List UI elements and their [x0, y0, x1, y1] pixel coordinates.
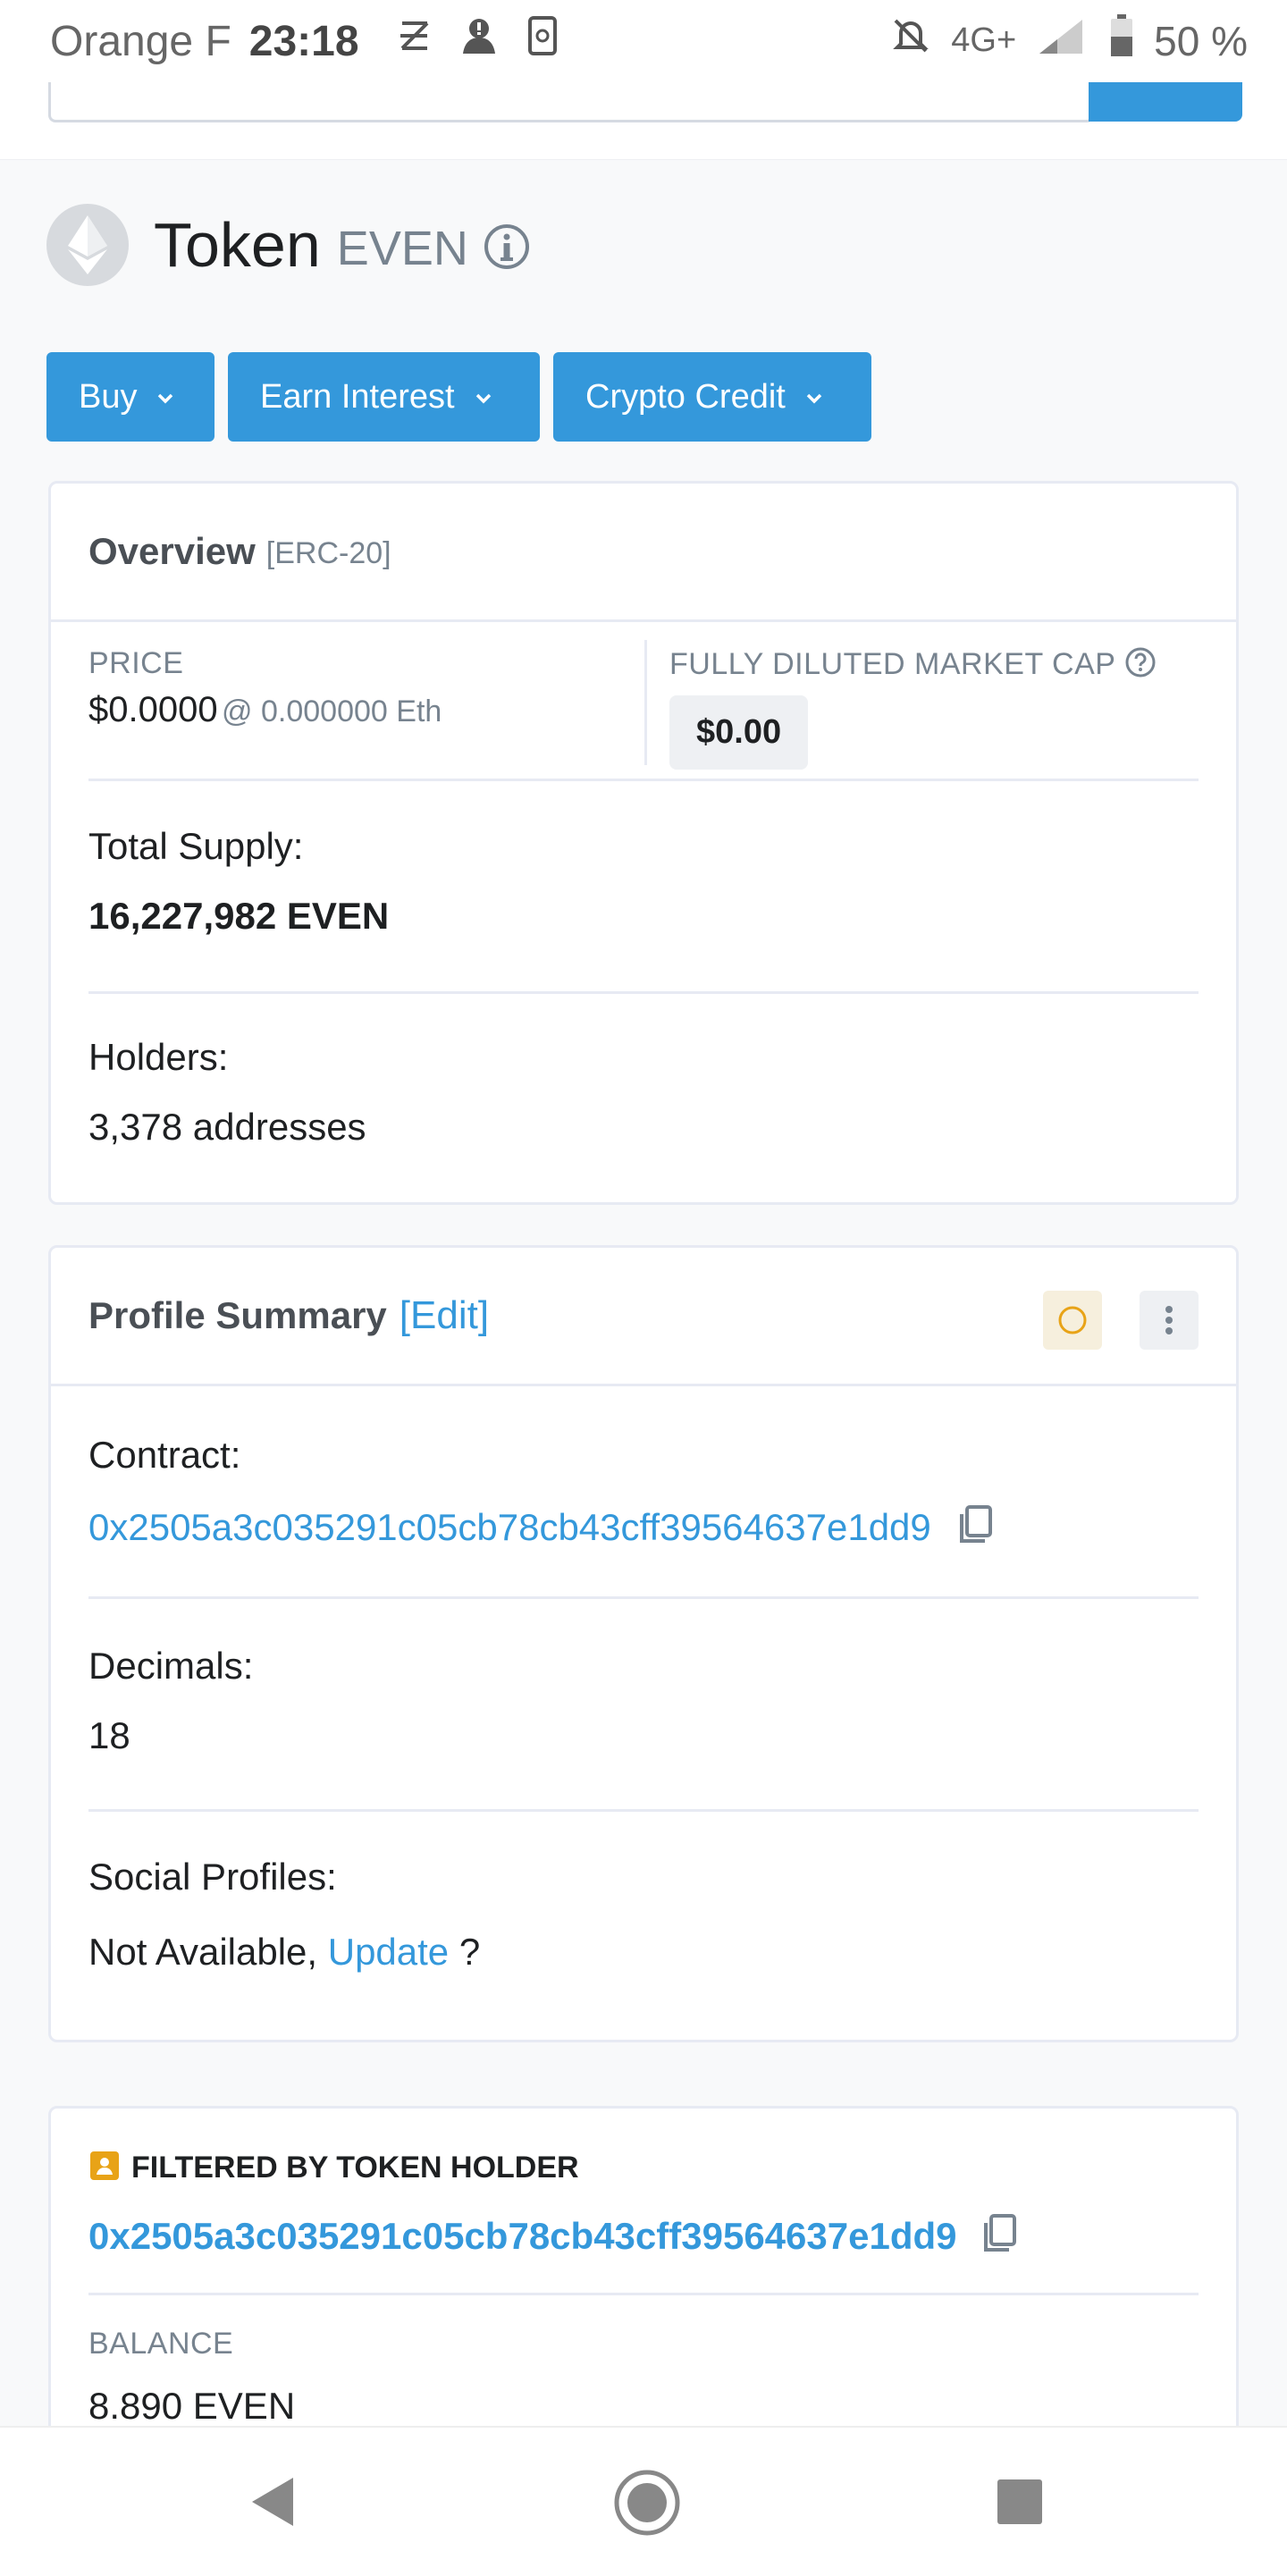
price-value: $0.0000	[88, 690, 218, 729]
update-link[interactable]: Update	[328, 1931, 449, 1973]
holders-label: Holders:	[88, 1036, 229, 1078]
chevron-down-icon	[156, 383, 174, 411]
clock: 23:18	[248, 17, 359, 65]
contract-block: Contract: 0x2505a3c035291c05cb78cb43cff3…	[88, 1434, 996, 1551]
holder-address-link[interactable]: 0x2505a3c035291c05cb78cb43cff39564637e1d…	[88, 2215, 957, 2258]
search-input[interactable]	[48, 82, 1094, 122]
status-indicator-button[interactable]	[1043, 1291, 1102, 1350]
balance-block: BALANCE 8.890 EVEN	[88, 2327, 295, 2428]
column-divider	[644, 640, 647, 765]
divider	[88, 779, 1199, 781]
holders-value: 3,378 addresses	[88, 1106, 366, 1148]
token-header: Token EVEN	[46, 202, 531, 288]
supply-block: Total Supply: 16,227,982 EVEN	[88, 825, 389, 938]
total-supply-label: Total Supply:	[88, 825, 304, 867]
edit-link[interactable]: [Edit]	[400, 1293, 489, 1338]
buy-button[interactable]: Buy	[46, 352, 214, 442]
copy-icon[interactable]	[956, 1503, 996, 1551]
overview-header: Overview [ERC-20]	[51, 484, 1236, 622]
mute-icon	[890, 15, 931, 66]
market-cap-label: FULLY DILUTED MARKET CAP	[669, 647, 1116, 681]
search-button[interactable]	[1089, 82, 1242, 122]
network-type-label: 4G+	[951, 21, 1017, 59]
profile-summary-card: Profile Summary [Edit] Contract: 0x2505a…	[48, 1245, 1239, 2042]
divider	[88, 991, 1199, 994]
social-not-available: Not Available,	[88, 1931, 318, 1973]
price-label: PRICE	[88, 646, 184, 680]
overview-card: Overview [ERC-20] PRICE $0.0000 @ 0.0000…	[48, 481, 1239, 1205]
profile-summary-title: Profile Summary	[88, 1294, 387, 1336]
token-standard: [ERC-20]	[265, 535, 391, 570]
token-symbol: EVEN	[336, 222, 468, 275]
holder-filter-card: FILTERED BY TOKEN HOLDER 0x2505a3c035291…	[48, 2106, 1239, 2481]
decimals-value: 18	[88, 1714, 130, 1756]
market-cap-value: $0.00	[669, 695, 809, 770]
overview-title: Overview	[88, 530, 256, 572]
holders-block: Holders: 3,378 addresses	[88, 1036, 366, 1149]
price-block: PRICE $0.0000 @ 0.000000 Eth	[88, 646, 442, 730]
contract-label: Contract:	[88, 1434, 241, 1476]
more-options-button[interactable]	[1140, 1291, 1199, 1350]
divider	[88, 2293, 1199, 2295]
balance-label: BALANCE	[88, 2327, 234, 2361]
search-bar	[0, 82, 1287, 160]
earn-interest-label: Earn Interest	[260, 377, 455, 416]
social-profiles-label: Social Profiles:	[88, 1856, 337, 1898]
earn-interest-button[interactable]: Earn Interest	[228, 352, 540, 442]
crypto-credit-label: Crypto Credit	[585, 377, 786, 416]
profile-summary-header: Profile Summary [Edit]	[51, 1248, 1236, 1386]
s-app-icon	[395, 16, 434, 66]
home-icon[interactable]	[611, 2467, 683, 2543]
social-question-mark: ?	[458, 1931, 481, 1973]
chevron-down-icon	[805, 383, 823, 411]
holder-address-row: 0x2505a3c035291c05cb78cb43cff39564637e1d…	[88, 2212, 1020, 2260]
token-name: Token	[154, 210, 321, 280]
carrier-label: Orange F	[50, 17, 231, 65]
divider	[88, 1596, 1199, 1599]
battery-icon	[1109, 14, 1134, 67]
social-block: Social Profiles: Not Available, Update ?	[88, 1856, 480, 1974]
status-bar: Orange F 23:18 4G+ 50 %	[0, 0, 1287, 82]
decimals-label: Decimals:	[88, 1645, 254, 1687]
recents-icon[interactable]	[996, 2478, 1044, 2530]
filter-title: FILTERED BY TOKEN HOLDER	[131, 2151, 579, 2185]
crypto-credit-button[interactable]: Crypto Credit	[553, 352, 871, 442]
market-cap-block: FULLY DILUTED MARKET CAP $0.00	[669, 646, 1157, 770]
contract-address-link[interactable]: 0x2505a3c035291c05cb78cb43cff39564637e1d…	[88, 1506, 931, 1549]
price-eth: @ 0.000000 Eth	[222, 695, 442, 728]
sim-card-icon	[527, 15, 558, 67]
more-vertical-icon	[1165, 1306, 1173, 1334]
battery-label: 50 %	[1154, 17, 1248, 64]
back-icon[interactable]	[248, 2474, 297, 2534]
buy-button-label: Buy	[79, 377, 138, 416]
contact-card-icon	[88, 2150, 121, 2186]
copy-icon[interactable]	[980, 2212, 1020, 2260]
chevron-down-icon	[475, 383, 492, 411]
filter-header: FILTERED BY TOKEN HOLDER	[88, 2150, 579, 2186]
divider	[88, 1809, 1199, 1812]
decimals-block: Decimals: 18	[88, 1645, 253, 1757]
balance-value: 8.890 EVEN	[88, 2385, 296, 2427]
total-supply-value: 16,227,982 EVEN	[88, 895, 390, 937]
signal-icon	[1036, 16, 1089, 65]
ethereum-logo-icon	[46, 204, 129, 286]
action-buttons: Buy Earn Interest Crypto Credit	[46, 352, 871, 442]
navigation-bar	[0, 2426, 1287, 2576]
alert-person-icon	[459, 14, 502, 68]
help-icon[interactable]	[1124, 646, 1157, 683]
info-icon[interactable]	[483, 223, 531, 275]
